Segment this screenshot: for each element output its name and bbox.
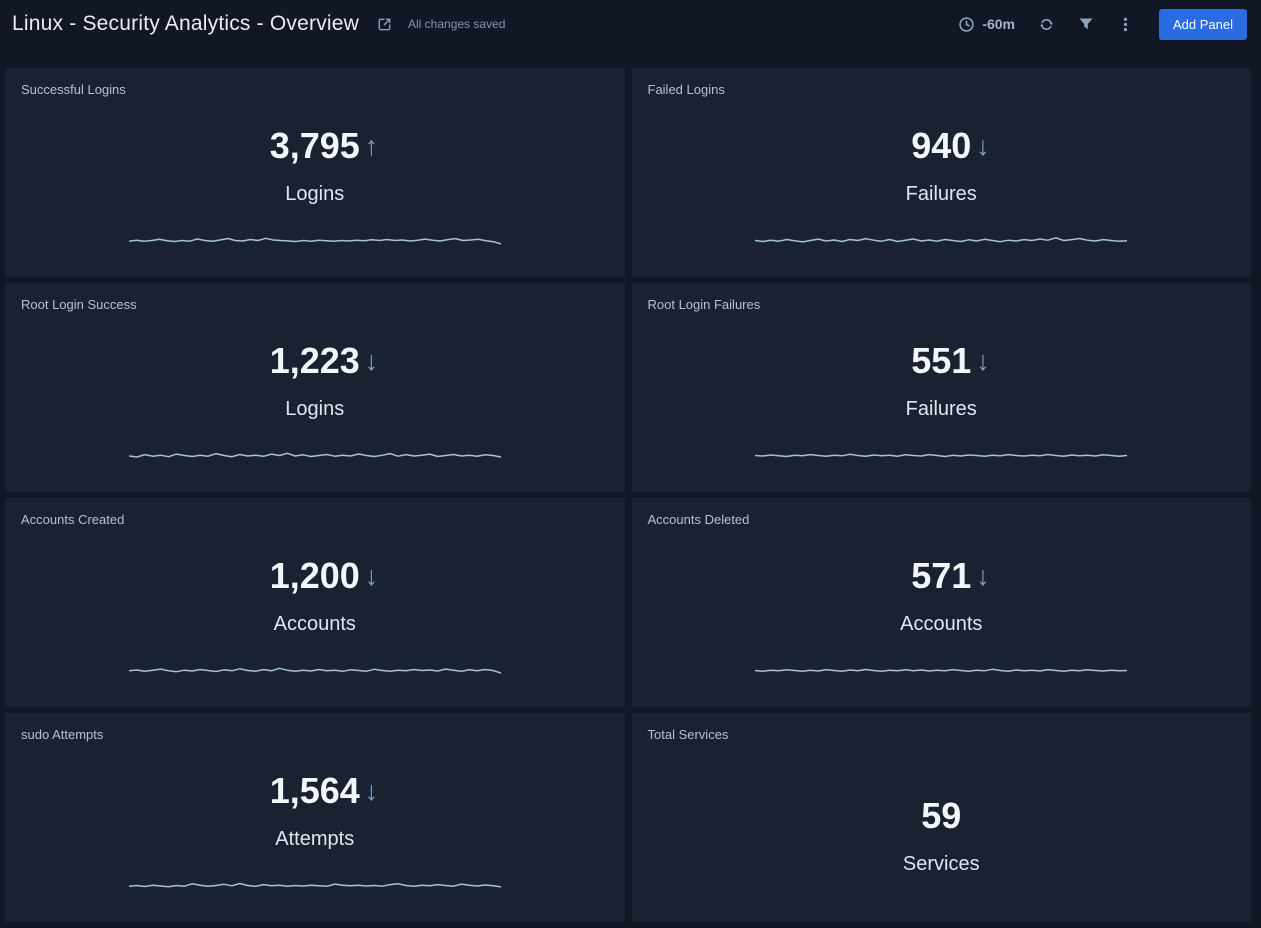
dashboard-panel[interactable]: Root Login Success 1,223 ↓ Logins <box>5 283 625 492</box>
panel-value-line: 3,795 ↑ <box>5 126 625 174</box>
panel-value: 1,223 <box>270 340 360 381</box>
dashboard-panel[interactable]: Accounts Deleted 571 ↓ Accounts <box>632 498 1252 707</box>
trend-arrow-icon: ↓ <box>976 341 990 381</box>
panel-value-group: 1,223 ↓ Logins <box>5 341 625 423</box>
panel-value-group: 1,200 ↓ Accounts <box>5 556 625 638</box>
panel-unit-label: Accounts <box>5 610 625 638</box>
dashboard-panel[interactable]: Root Login Failures 551 ↓ Failures <box>632 283 1252 492</box>
panel-value: 59 <box>921 795 961 836</box>
panel-value-line: 940 ↓ <box>632 126 1252 174</box>
sparkline-path <box>129 453 501 457</box>
dashboard-header: Linux - Security Analytics - Overview Al… <box>0 0 1261 48</box>
panel-title: Root Login Failures <box>648 297 761 312</box>
panel-value-group: 3,795 ↑ Logins <box>5 126 625 208</box>
sparkline-path <box>129 238 501 244</box>
sparkline-path <box>755 454 1127 456</box>
trend-arrow-icon: ↓ <box>365 341 379 381</box>
trend-arrow-icon: ↓ <box>365 771 379 811</box>
panel-value-group: 59 Services <box>632 796 1252 878</box>
refresh-button[interactable] <box>1038 16 1055 33</box>
sparkline-path <box>129 884 501 887</box>
trend-arrow-icon: ↓ <box>976 126 990 166</box>
panel-title: Failed Logins <box>648 82 725 97</box>
panel-value-line: 1,223 ↓ <box>5 341 625 389</box>
panel-value: 940 <box>911 125 971 166</box>
panel-title: Root Login Success <box>21 297 137 312</box>
panel-value-line: 571 ↓ <box>632 556 1252 604</box>
dashboard-grid: Successful Logins 3,795 ↑ Logins Failed … <box>0 48 1261 922</box>
panel-unit-label: Services <box>632 850 1252 878</box>
panel-title: Total Services <box>648 727 729 742</box>
share-button[interactable] <box>375 15 394 34</box>
dashboard-panel[interactable]: Failed Logins 940 ↓ Failures <box>632 68 1252 277</box>
refresh-icon <box>1038 16 1055 33</box>
trend-arrow-icon: ↑ <box>365 126 379 166</box>
panel-value-group: 940 ↓ Failures <box>632 126 1252 208</box>
panel-value: 1,200 <box>270 555 360 596</box>
sparkline-chart <box>129 872 501 898</box>
trend-arrow-icon: ↓ <box>976 556 990 596</box>
dashboard-panel[interactable]: Total Services 59 Services <box>632 713 1252 922</box>
panel-title: Successful Logins <box>21 82 126 97</box>
panel-value: 1,564 <box>270 770 360 811</box>
sparkline-path <box>129 668 501 673</box>
panel-title: Accounts Deleted <box>648 512 750 527</box>
panel-unit-label: Failures <box>632 180 1252 208</box>
panel-value-group: 551 ↓ Failures <box>632 341 1252 423</box>
time-range-label: -60m <box>982 16 1015 32</box>
sparkline-chart <box>755 442 1127 468</box>
panel-value-line: 59 <box>632 796 1252 844</box>
trend-arrow-icon: ↓ <box>365 556 379 596</box>
sparkline-chart <box>129 227 501 253</box>
share-icon <box>375 15 394 34</box>
more-options-button[interactable] <box>1117 16 1134 33</box>
dashboard-panel[interactable]: Accounts Created 1,200 ↓ Accounts <box>5 498 625 707</box>
panel-title: sudo Attempts <box>21 727 103 742</box>
dashboard-panel[interactable]: Successful Logins 3,795 ↑ Logins <box>5 68 625 277</box>
panel-unit-label: Accounts <box>632 610 1252 638</box>
header-toolbar: -60m <box>958 9 1247 40</box>
time-range-button[interactable]: -60m <box>958 16 1015 33</box>
panel-value-line: 1,564 ↓ <box>5 771 625 819</box>
sparkline-chart <box>129 442 501 468</box>
autosave-status: All changes saved <box>408 17 505 31</box>
clock-icon <box>958 16 975 33</box>
kebab-menu-icon <box>1117 16 1134 33</box>
sparkline-path <box>755 238 1127 242</box>
dashboard-panel[interactable]: sudo Attempts 1,564 ↓ Attempts <box>5 713 625 922</box>
panel-value-line: 1,200 ↓ <box>5 556 625 604</box>
panel-value: 551 <box>911 340 971 381</box>
panel-value: 3,795 <box>270 125 360 166</box>
panel-title: Accounts Created <box>21 512 124 527</box>
sparkline-path <box>755 669 1127 671</box>
page-title: Linux - Security Analytics - Overview <box>12 12 359 36</box>
filter-button[interactable] <box>1078 16 1094 32</box>
panel-value-group: 1,564 ↓ Attempts <box>5 771 625 853</box>
filter-funnel-icon <box>1078 16 1094 32</box>
panel-unit-label: Logins <box>5 180 625 208</box>
sparkline-chart <box>755 227 1127 253</box>
sparkline-chart <box>129 657 501 683</box>
panel-value-line: 551 ↓ <box>632 341 1252 389</box>
panel-unit-label: Failures <box>632 395 1252 423</box>
panel-value: 571 <box>911 555 971 596</box>
panel-unit-label: Logins <box>5 395 625 423</box>
panel-value-group: 571 ↓ Accounts <box>632 556 1252 638</box>
panel-unit-label: Attempts <box>5 825 625 853</box>
sparkline-chart <box>755 657 1127 683</box>
add-panel-button[interactable]: Add Panel <box>1159 9 1247 40</box>
